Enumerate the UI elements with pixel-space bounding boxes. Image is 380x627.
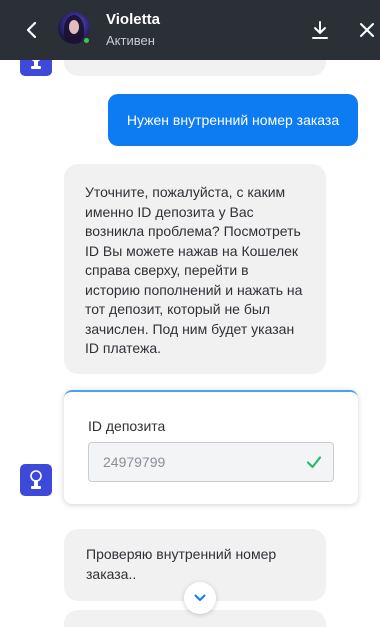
user-message-text: Нужен внутренний номер заказа (126, 111, 340, 128)
deposit-id-label: ID депозита (88, 418, 166, 434)
message-list[interactable]: Нужен внутренний номер заказа Уточните, … (0, 60, 380, 627)
bot-icon (31, 60, 41, 69)
chat-header: Violetta Активен (0, 0, 380, 60)
agent-message-text: Проверяю внутренний номер заказа.. (86, 546, 277, 582)
deposit-id-input[interactable]: 24979799 (88, 442, 334, 482)
online-status-dot (82, 36, 91, 45)
contact-name: Violetta (106, 11, 160, 28)
bot-avatar (20, 464, 52, 496)
close-button[interactable] (355, 18, 379, 42)
deposit-id-value: 24979799 (103, 454, 166, 470)
contact-status: Активен (106, 33, 155, 48)
chat-window: Violetta Активен Нужен внутренний номер … (0, 0, 380, 627)
deposit-id-form: ID депозита 24979799 (64, 390, 358, 504)
download-icon (312, 21, 328, 39)
back-arrow-icon (26, 21, 37, 39)
contact-avatar (58, 12, 91, 45)
bot-icon (30, 470, 42, 489)
scroll-to-bottom-button[interactable] (184, 582, 216, 614)
check-icon (306, 456, 322, 469)
back-button[interactable] (20, 18, 44, 42)
chevron-down-icon (194, 594, 206, 601)
agent-message-text: Уточните, пожалуйста, с каким именно ID … (85, 184, 303, 356)
user-message: Нужен внутренний номер заказа (108, 94, 358, 146)
bot-avatar (20, 60, 52, 76)
agent-message: Уточните, пожалуйста, с каким именно ID … (64, 164, 326, 374)
close-icon (360, 23, 374, 37)
agent-message (64, 60, 326, 76)
download-button[interactable] (308, 18, 332, 42)
